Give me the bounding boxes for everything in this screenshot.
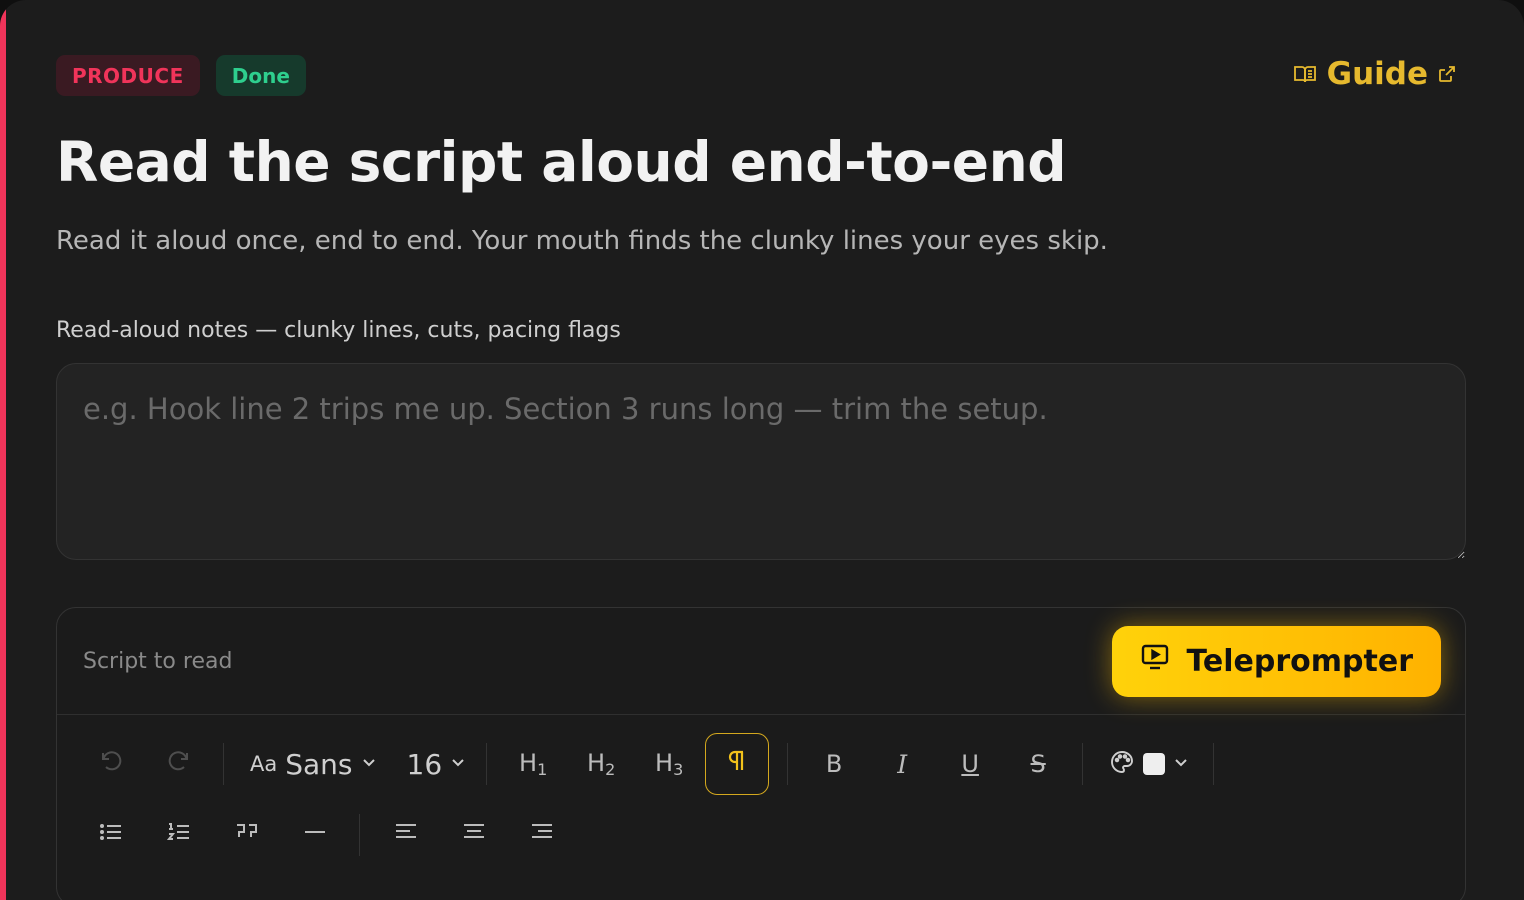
book-icon xyxy=(1293,64,1317,84)
font-size-value: 16 xyxy=(406,747,443,781)
page-subtitle: Read it aloud once, end to end. Your mou… xyxy=(56,226,1108,256)
pilcrow-icon xyxy=(726,749,748,779)
strikethrough-label: S xyxy=(1030,750,1046,778)
strikethrough-button[interactable]: S xyxy=(1006,733,1070,795)
task-card: PRODUCE Done Guide Read the script aloud… xyxy=(0,0,1524,900)
horizontal-rule-button[interactable] xyxy=(283,804,347,866)
bold-button[interactable]: B xyxy=(802,733,866,795)
chevron-down-icon xyxy=(361,754,377,774)
editor-toolbar-row-2 xyxy=(57,805,1465,865)
undo-button[interactable] xyxy=(79,733,143,795)
align-center-button[interactable] xyxy=(442,804,506,866)
font-family-select[interactable]: Aa Sans xyxy=(238,733,389,795)
color-swatch xyxy=(1143,753,1166,775)
align-left-icon xyxy=(394,821,418,849)
redo-button[interactable] xyxy=(147,733,211,795)
align-right-icon xyxy=(530,821,554,849)
redo-icon xyxy=(166,748,192,780)
font-icon: Aa xyxy=(250,752,278,776)
quote-icon xyxy=(234,821,260,849)
toolbar-divider xyxy=(1213,743,1215,785)
heading-2-button[interactable]: H2 xyxy=(569,733,633,795)
teleprompter-button[interactable]: Teleprompter xyxy=(1112,625,1441,697)
chevron-down-icon xyxy=(450,754,466,774)
badge-group: PRODUCE Done xyxy=(56,55,306,96)
undo-icon xyxy=(98,748,124,780)
horizontal-rule-icon xyxy=(303,821,327,849)
italic-label: I xyxy=(897,749,908,779)
bullet-list-button[interactable] xyxy=(79,804,143,866)
editor-toolbar: Aa Sans 16 H1 H2 H3 B I U S xyxy=(57,715,1465,813)
align-left-button[interactable] xyxy=(374,804,438,866)
heading-3-label: H3 xyxy=(655,749,684,779)
teleprompter-icon xyxy=(1140,642,1170,680)
underline-label: U xyxy=(961,750,979,778)
bullet-list-icon xyxy=(99,821,123,849)
text-color-select[interactable] xyxy=(1097,733,1201,795)
numbered-list-button[interactable] xyxy=(147,804,211,866)
editor-header: Script to read Teleprompter xyxy=(57,608,1465,715)
guide-link[interactable]: Guide xyxy=(1293,56,1456,92)
blockquote-button[interactable] xyxy=(215,804,279,866)
italic-button[interactable]: I xyxy=(870,733,934,795)
teleprompter-label: Teleprompter xyxy=(1186,643,1413,679)
page-title: Read the script aloud end-to-end xyxy=(56,130,1067,194)
bold-label: B xyxy=(825,750,843,778)
toolbar-divider xyxy=(359,814,360,856)
font-family-value: Sans xyxy=(285,747,353,781)
toolbar-divider xyxy=(223,743,224,785)
status-badge: Done xyxy=(215,55,306,96)
numbered-list-icon xyxy=(166,821,191,849)
external-link-icon xyxy=(1438,65,1456,83)
chevron-down-icon xyxy=(1173,754,1189,774)
toolbar-divider xyxy=(1082,743,1084,785)
heading-2-label: H2 xyxy=(587,749,616,779)
heading-1-button[interactable]: H1 xyxy=(501,733,565,795)
notes-label: Read-aloud notes — clunky lines, cuts, p… xyxy=(56,318,621,343)
heading-3-button[interactable]: H3 xyxy=(637,733,701,795)
stage-badge: PRODUCE xyxy=(56,55,200,96)
underline-button[interactable]: U xyxy=(938,733,1002,795)
toolbar-divider xyxy=(787,743,789,785)
toolbar-divider xyxy=(486,743,488,785)
script-editor: Script to read Teleprompter Aa Sans 16 H… xyxy=(56,607,1466,900)
heading-1-label: H1 xyxy=(519,749,548,779)
paragraph-button[interactable] xyxy=(705,733,770,795)
guide-label: Guide xyxy=(1326,56,1428,92)
align-right-button[interactable] xyxy=(510,804,574,866)
align-center-icon xyxy=(462,821,486,849)
palette-icon xyxy=(1109,749,1135,779)
font-size-select[interactable]: 16 xyxy=(395,733,479,795)
notes-textarea[interactable] xyxy=(56,363,1466,560)
editor-title: Script to read xyxy=(83,648,233,674)
